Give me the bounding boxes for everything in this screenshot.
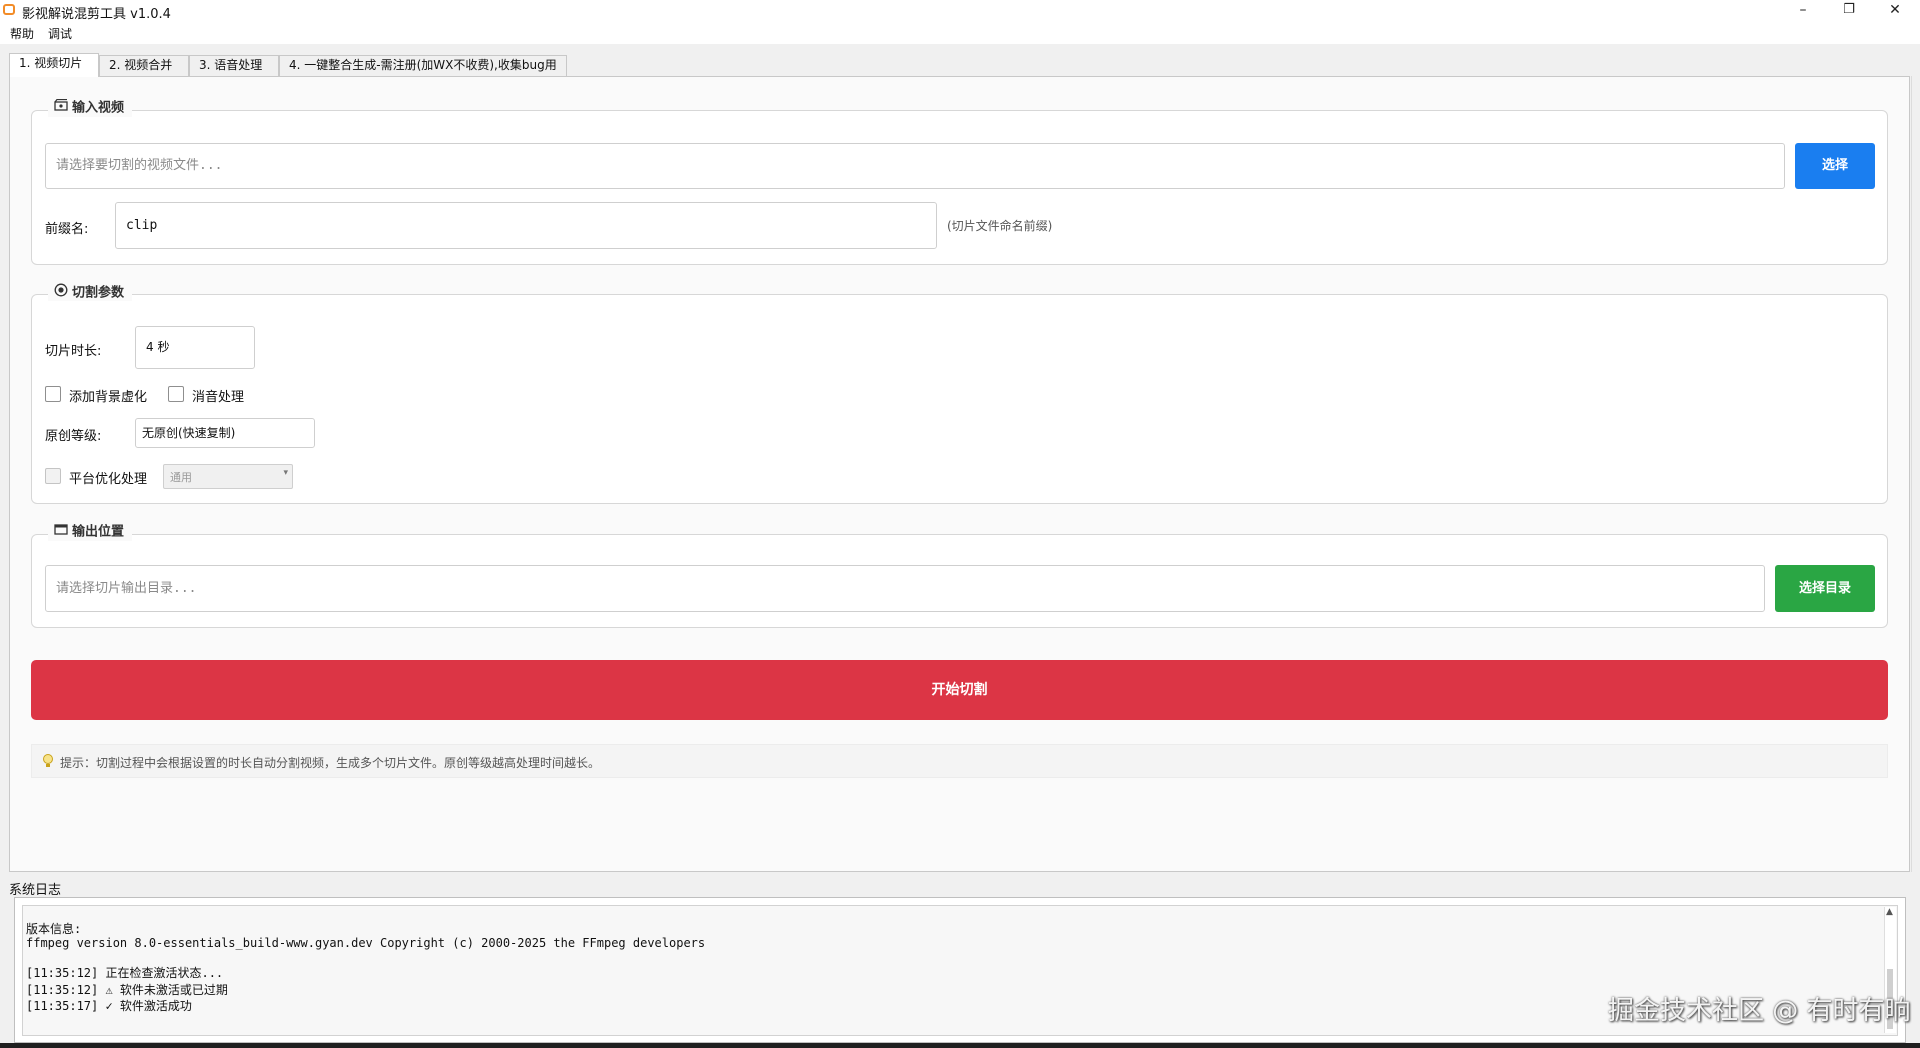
tab-voice-process[interactable]: 3. 语音处理	[189, 55, 279, 76]
folder-icon	[54, 523, 68, 541]
close-button[interactable]: ✕	[1872, 0, 1918, 22]
video-file-placeholder: 请选择要切割的视频文件...	[56, 158, 223, 173]
main-scrollbar[interactable]	[1911, 76, 1920, 872]
start-cut-button[interactable]: 开始切割	[31, 660, 1888, 720]
film-icon	[54, 98, 68, 117]
prefix-label: 前缀名:	[45, 222, 89, 237]
video-file-input[interactable]: 请选择要切割的视频文件...	[45, 143, 1785, 189]
mute-label: 消音处理	[192, 390, 245, 405]
tip-bar: 提示：切割过程中会根据设置的时长自动分割视频，生成多个切片文件。原创等级越高处理…	[31, 744, 1888, 778]
bg-blur-checkbox[interactable]	[45, 386, 61, 402]
originality-level-label: 原创等级:	[45, 429, 102, 444]
originality-level-select[interactable]: 无原创(快速复制)	[135, 418, 315, 448]
platform-select-value: 通用	[170, 471, 192, 484]
scroll-up-icon: ▲	[1886, 907, 1893, 917]
maximize-button[interactable]: ❐	[1826, 0, 1872, 22]
minimize-button[interactable]: –	[1780, 0, 1826, 22]
cut-params-group-title: 切割参数	[48, 283, 133, 303]
prefix-hint: (切片文件命名前缀)	[947, 219, 1053, 233]
platform-select[interactable]: 通用 ▾	[163, 464, 293, 489]
taskbar	[0, 1043, 1920, 1048]
input-video-group-title: 输入视频	[48, 98, 133, 117]
cut-params-title-text: 切割参数	[72, 285, 125, 301]
output-location-group-title: 输出位置	[48, 523, 133, 541]
output-dir-input[interactable]: 请选择切片输出目录...	[45, 565, 1765, 612]
chevron-down-icon: ▾	[283, 468, 288, 478]
lightbulb-icon	[42, 753, 54, 773]
select-video-button[interactable]: 选择	[1795, 143, 1875, 189]
window-title: 影视解说混剪工具 v1.0.4	[22, 7, 171, 22]
app-icon	[3, 4, 15, 15]
duration-label: 切片时长:	[45, 344, 102, 359]
log-line: [11:35:17] ✓ 软件激活成功	[26, 999, 192, 1013]
cut-params-group	[31, 294, 1888, 504]
tab-one-click-generate[interactable]: 4. 一键整合生成-需注册(加WX不收费),收集bug用	[279, 55, 567, 76]
platform-optimize-checkbox[interactable]	[45, 468, 61, 484]
mute-checkbox[interactable]	[168, 386, 184, 402]
duration-spinbox[interactable]: 4 秒	[135, 326, 255, 369]
prefix-input[interactable]: clip	[115, 202, 937, 249]
menu-debug[interactable]: 调试	[48, 25, 72, 42]
tab-video-slice[interactable]: 1. 视频切片	[9, 53, 99, 77]
log-line: 版本信息:	[26, 922, 82, 936]
watermark: 掘金技术社区 @ 有时有晌	[1608, 996, 1911, 1026]
bg-blur-label: 添加背景虚化	[69, 390, 148, 405]
system-log-label: 系统日志	[9, 883, 62, 898]
output-dir-placeholder: 请选择切片输出目录...	[56, 581, 197, 596]
output-location-title-text: 输出位置	[72, 524, 125, 540]
menu-bar	[0, 22, 1920, 44]
tab-video-merge[interactable]: 2. 视频合并	[99, 55, 189, 76]
log-line: [11:35:12] 正在检查激活状态...	[26, 966, 224, 980]
log-line: ffmpeg version 8.0-essentials_build-www.…	[26, 936, 706, 950]
platform-optimize-label: 平台优化处理	[69, 472, 148, 487]
tip-text: 提示：切割过程中会根据设置的时长自动分割视频，生成多个切片文件。原创等级越高处理…	[60, 756, 601, 770]
log-line: [11:35:12] ⚠ 软件未激活或已过期	[26, 983, 228, 997]
menu-help[interactable]: 帮助	[10, 25, 34, 42]
select-output-dir-button[interactable]: 选择目录	[1775, 565, 1875, 612]
record-icon	[54, 283, 68, 303]
title-bar	[0, 0, 1920, 22]
input-video-title-text: 输入视频	[72, 100, 125, 116]
